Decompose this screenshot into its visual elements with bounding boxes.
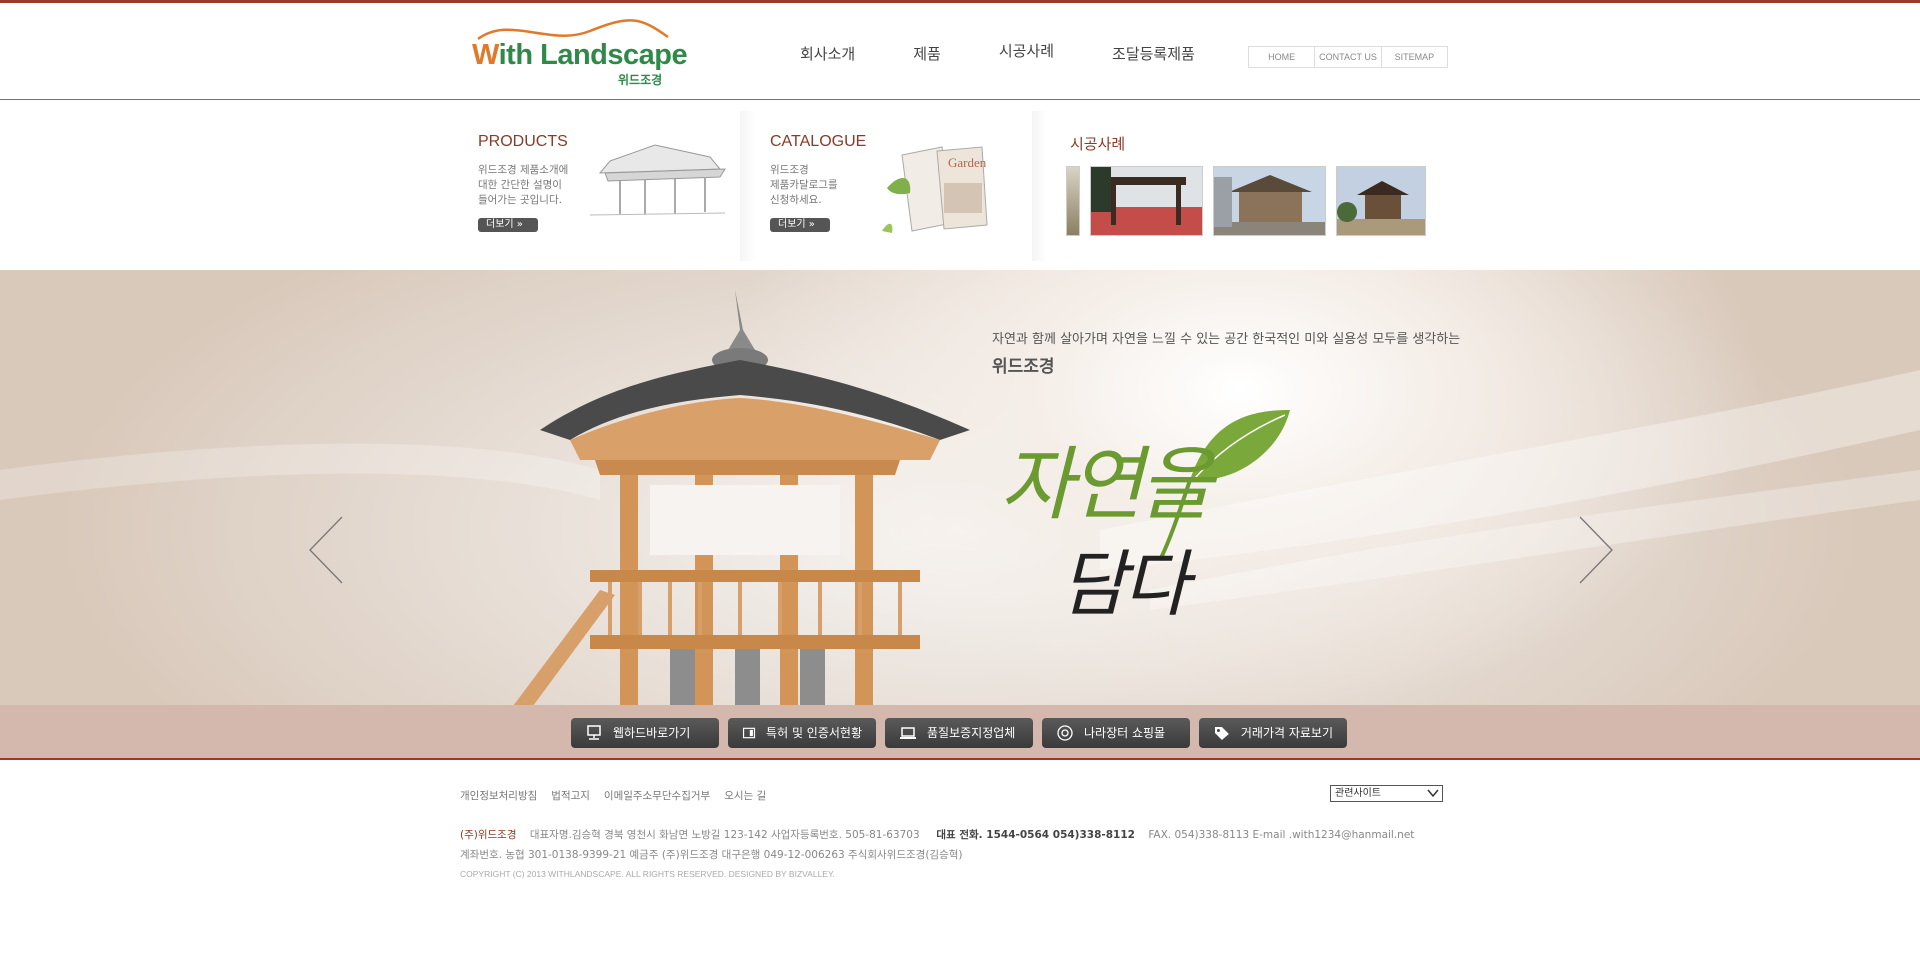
pavilion-sketch-icon [589, 144, 726, 216]
nav-products[interactable]: 제품 [913, 43, 941, 64]
related-sites-select[interactable]: 관련사이트 [1330, 785, 1443, 802]
case-thumb[interactable] [1336, 166, 1426, 236]
quality-button[interactable]: 품질보증지정업체 [885, 718, 1033, 748]
util-home[interactable]: HOME [1249, 47, 1316, 67]
quality-label: 품질보증지정업체 [927, 726, 1016, 740]
quick-links-bar: 웹하드바로가기 특허 및 인증서현황 품질보증지정업체 나라장터 쇼핑몰 거래가… [0, 705, 1920, 760]
chevron-down-icon [1427, 789, 1439, 798]
hero-brand: 위드조경 [992, 357, 1055, 377]
catalogue-book-icon [882, 146, 988, 233]
price-data-button[interactable]: 거래가격 자료보기 [1199, 718, 1347, 748]
footer-directions-link[interactable]: 오시는 길 [724, 788, 766, 803]
prev-slide-arrow-icon[interactable] [308, 515, 348, 585]
logo-subtitle: 위드조경 [618, 73, 663, 87]
patent-label: 특허 및 인증서현황 [766, 726, 862, 740]
products-title: PRODUCTS [478, 133, 568, 150]
hero-banner: 자연과 함께 살아가며 자연을 느낄 수 있는 공간 한국적인 미와 실용성 모… [0, 270, 1920, 705]
footer-address: 대표자명.김승혁 경북 영천시 화남면 노방길 123-142 사업자등록번호.… [529, 829, 920, 841]
narajangteo-label: 나라장터 쇼핑몰 [1084, 726, 1166, 740]
feature-divider [740, 111, 756, 261]
price-data-label: 거래가격 자료보기 [1240, 726, 1333, 740]
webhard-button[interactable]: 웹하드바로가기 [571, 718, 719, 748]
catalogue-book-title: Garden [948, 155, 987, 170]
pavilion-image [513, 290, 970, 705]
catalogue-box: CATALOGUE 위드조경 제품카달로그를 신청하세요. 더보기 » Gard… [762, 101, 1032, 271]
products-box: PRODUCTS 위드조경 제품소개에 대한 간단한 설명이 들어가는 곳입니다… [470, 101, 740, 271]
footer-legal-link[interactable]: 법적고지 [551, 788, 590, 803]
calligraphy-line-2: 담다 [1060, 542, 1189, 626]
narajangteo-button[interactable]: 나라장터 쇼핑몰 [1042, 718, 1190, 748]
feature-divider [1032, 111, 1048, 261]
monitor-icon [587, 725, 601, 740]
catalogue-more-button[interactable]: 더보기 » [770, 218, 830, 232]
main-nav: 회사소개 제품 시공사례 조달등록제품 [800, 40, 1253, 64]
footer-fax-email: FAX. 054)338-8113 E-mail .with1234@hanma… [1148, 829, 1415, 841]
feature-section: PRODUCTS 위드조경 제품소개에 대한 간단한 설명이 들어가는 곳입니다… [0, 101, 1920, 271]
site-logo[interactable]: With Landscape 위드조경 [470, 17, 688, 92]
util-sitemap[interactable]: SITEMAP [1382, 47, 1447, 67]
products-more-button[interactable]: 더보기 » [478, 218, 538, 232]
utility-links: HOME CONTACT US SITEMAP [1248, 46, 1448, 68]
tag-icon [1214, 727, 1229, 740]
case-thumb[interactable] [1213, 166, 1326, 236]
nav-procurement[interactable]: 조달등록제품 [1112, 43, 1195, 64]
cases-title: 시공사례 [1070, 136, 1126, 153]
case-thumb[interactable] [1090, 166, 1203, 236]
patent-button[interactable]: 특허 및 인증서현황 [728, 718, 876, 748]
products-desc: 위드조경 제품소개에 대한 간단한 설명이 들어가는 곳입니다. [478, 164, 569, 206]
webhard-label: 웹하드바로가기 [613, 726, 691, 740]
footer-company-info: (주)위드조경 대표자명.김승혁 경북 영천시 화남면 노방길 123-142 … [460, 827, 1414, 842]
footer-nav: 개인정보처리방침 법적고지 이메일주소무단수집거부 오시는 길 [460, 788, 780, 803]
next-slide-arrow-icon[interactable] [1574, 515, 1614, 585]
footer-email-policy-link[interactable]: 이메일주소무단수집거부 [604, 788, 710, 803]
calligraphy-line-1: 자연을 [1000, 438, 1213, 531]
book-icon [742, 727, 756, 739]
site-header: With Landscape 위드조경 회사소개 제품 시공사례 조달등록제품 … [0, 3, 1920, 100]
related-sites-value: 관련사이트 [1335, 788, 1381, 799]
footer-phone: 대표 전화. 1544-0564 054)338-8112 [936, 829, 1135, 841]
laptop-icon [900, 727, 916, 739]
footer-company-name: (주)위드조경 [460, 829, 517, 841]
site-footer: 개인정보처리방침 법적고지 이메일주소무단수집거부 오시는 길 관련사이트 (주… [0, 762, 1920, 953]
catalogue-title: CATALOGUE [770, 133, 867, 150]
nav-about[interactable]: 회사소개 [800, 43, 855, 64]
catalogue-desc: 위드조경 제품카달로그를 신청하세요. [770, 164, 838, 206]
logo-wordmark: With Landscape [472, 39, 688, 71]
util-contact[interactable]: CONTACT US [1315, 47, 1382, 67]
nav-cases[interactable]: 시공사례 [999, 40, 1054, 64]
footer-copyright: COPYRIGHT (C) 2013 WITHLANDSCAPE. ALL RI… [460, 869, 835, 879]
hero-tagline: 자연과 함께 살아가며 자연을 느낄 수 있는 공간 한국적인 미와 실용성 모… [992, 332, 1461, 347]
case-thumb[interactable] [1066, 166, 1080, 236]
footer-privacy-link[interactable]: 개인정보처리방침 [460, 788, 537, 803]
flower-icon [1057, 725, 1073, 741]
cases-box: 시공사례 [1060, 101, 1460, 271]
quick-links: 웹하드바로가기 특허 및 인증서현황 품질보증지정업체 나라장터 쇼핑몰 거래가… [571, 718, 1356, 748]
footer-bank-info: 계좌번호. 농협 301-0138-9399-21 예금주 (주)위드조경 대구… [460, 849, 963, 861]
